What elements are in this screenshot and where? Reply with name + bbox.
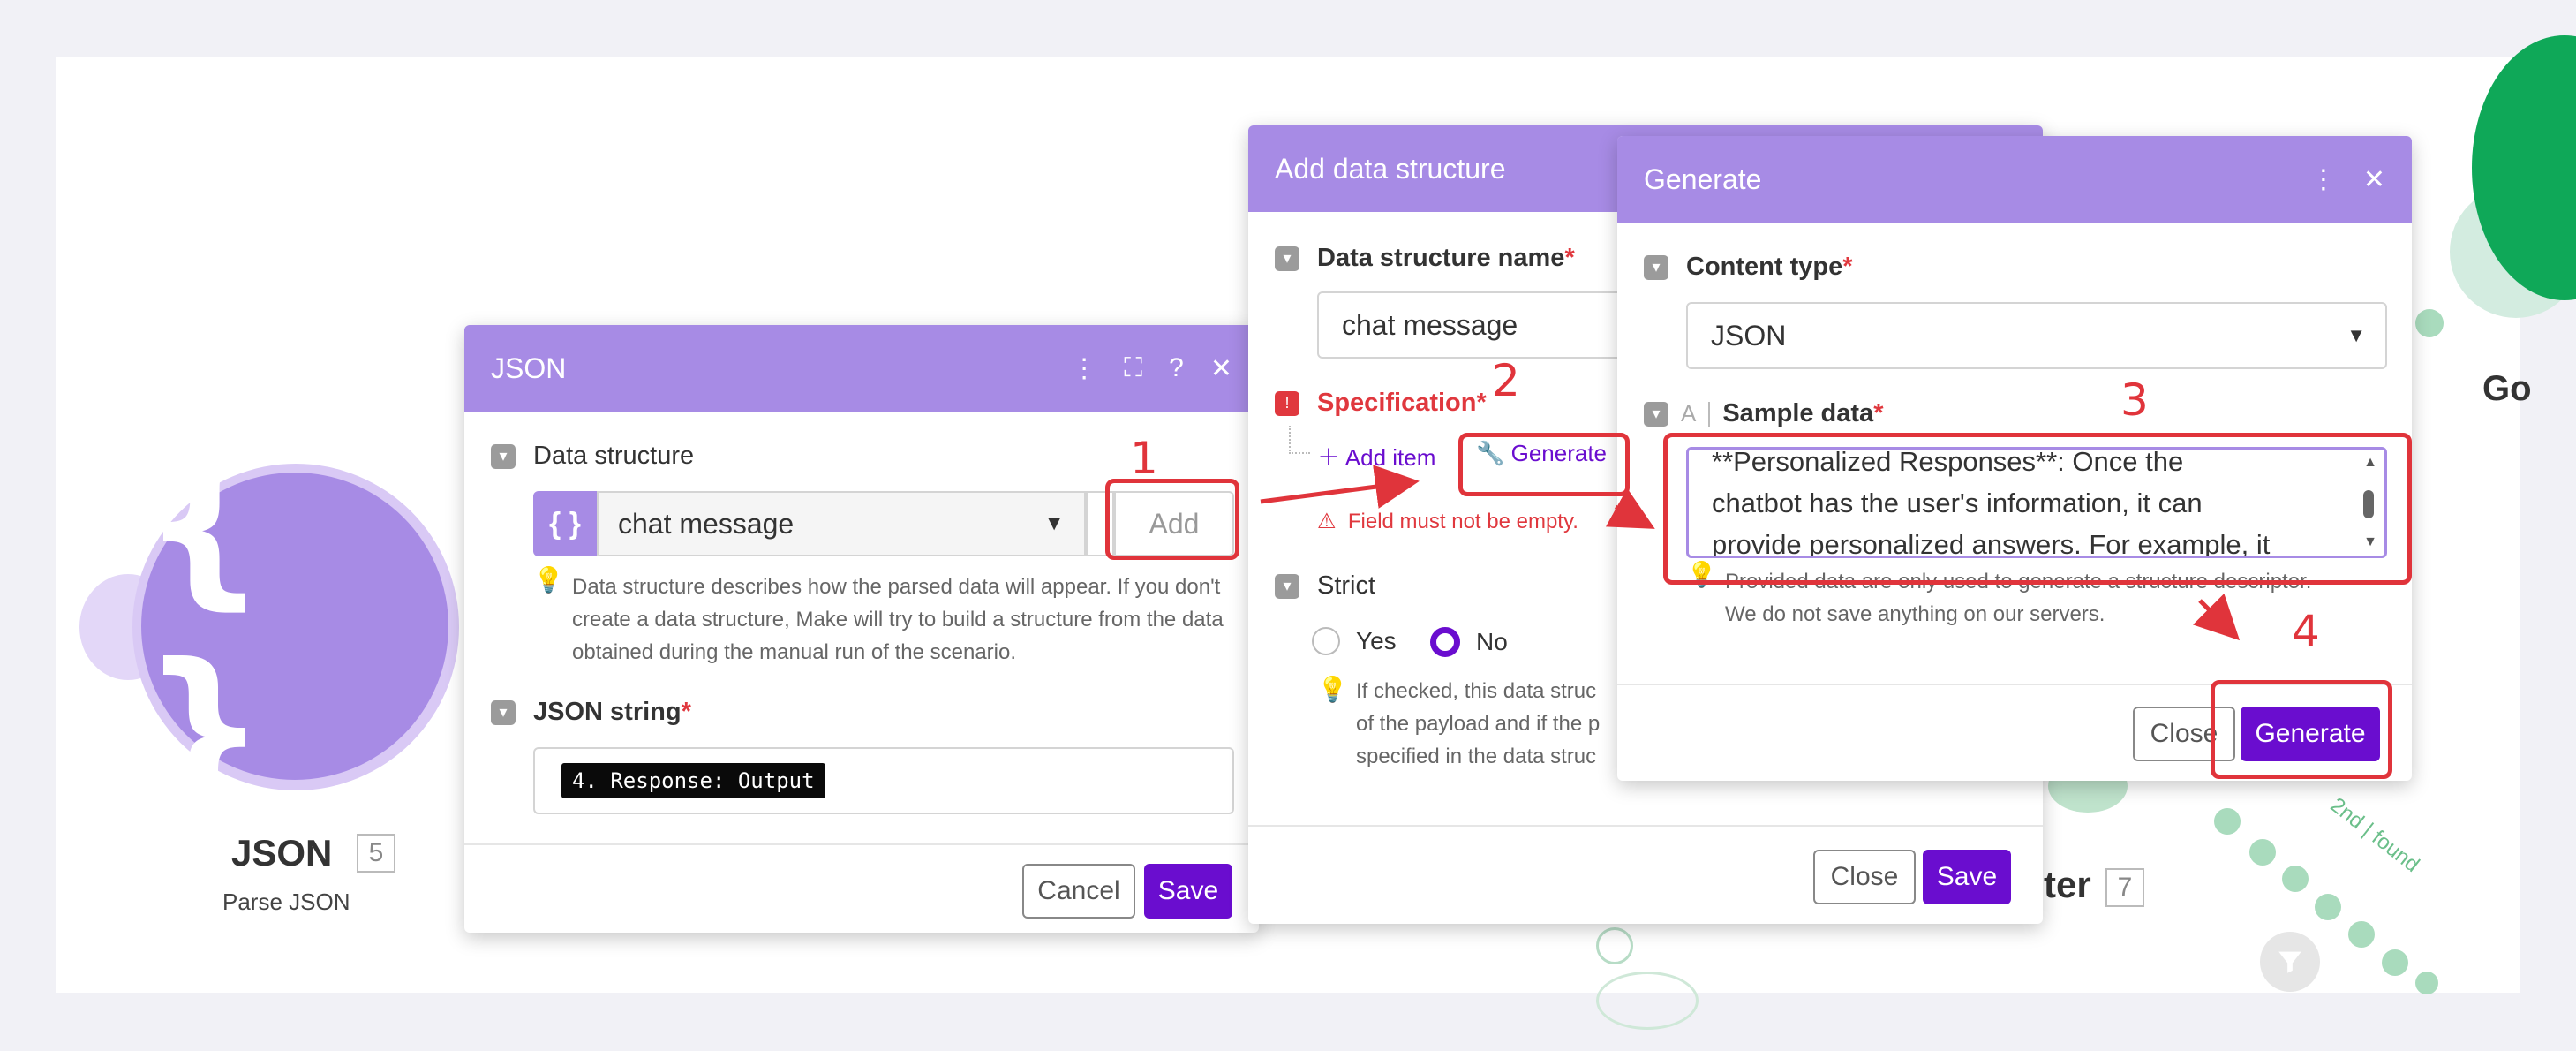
arrow-3-to-4 xyxy=(2193,594,2241,641)
arrow-2-to-3 xyxy=(1605,488,1655,529)
annotation-arrows xyxy=(1260,465,2241,641)
arrow-1-to-2 xyxy=(1260,465,1420,509)
